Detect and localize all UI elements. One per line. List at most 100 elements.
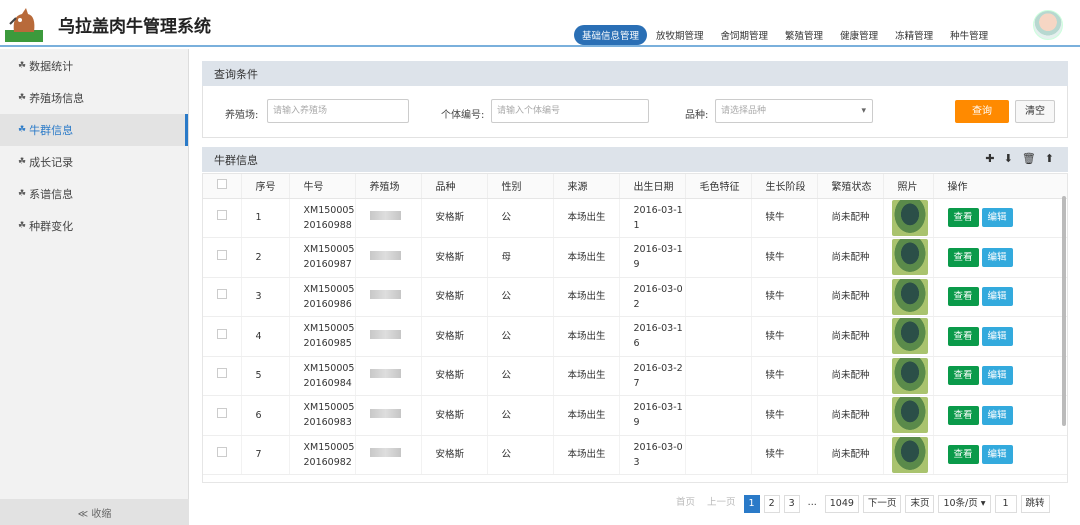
sidebar-item-growth[interactable]: ☘ 成长记录	[0, 146, 188, 178]
cell-farm	[355, 277, 422, 317]
edit-button[interactable]: 编辑	[981, 405, 1013, 425]
id-input[interactable]: 请输入个体编号	[491, 99, 649, 123]
user-avatar[interactable]	[1033, 10, 1063, 40]
cell-coat	[685, 237, 752, 278]
row-checkbox[interactable]	[203, 198, 242, 238]
prev-page-button[interactable]: 上一页	[703, 495, 740, 513]
logo	[4, 4, 44, 44]
table-row: 1 XM150005 20160988 安格斯公本场出生 2016-03-1 1 犊牛 尚未配…	[203, 198, 1067, 238]
cattle-photo[interactable]	[891, 436, 928, 473]
view-button[interactable]: 查看	[947, 287, 979, 307]
paw-icon: ☘	[18, 61, 27, 71]
edit-button[interactable]: 编辑	[981, 287, 1013, 307]
view-button[interactable]: 查看	[947, 326, 979, 346]
cell-cattle-id: XM150005 20160983	[289, 395, 356, 436]
sidebar-item-label: 数据统计	[29, 60, 74, 73]
last-page-button[interactable]: 末页	[905, 495, 935, 513]
edit-button[interactable]: 编辑	[981, 366, 1013, 386]
next-page-button[interactable]: 下一页	[862, 495, 902, 513]
nav-health[interactable]: 健康管理	[832, 25, 886, 45]
nav-frozen-semen[interactable]: 冻精管理	[887, 25, 941, 45]
sidebar-item-farm-info[interactable]: ☘ 养殖场信息	[0, 82, 188, 114]
cattle-photo[interactable]	[891, 199, 928, 236]
view-button[interactable]: 查看	[947, 405, 979, 425]
download-icon[interactable]: ⬇	[1004, 152, 1013, 165]
view-button[interactable]: 查看	[947, 208, 979, 228]
cell-farm	[355, 237, 422, 278]
cell-breed: 安格斯	[421, 237, 488, 278]
nav-grazing[interactable]: 放牧期管理	[648, 25, 712, 45]
cell-no: 1	[241, 198, 290, 238]
sidebar-item-population[interactable]: ☘ 种群变化	[0, 210, 188, 242]
add-icon[interactable]: ✚	[985, 152, 994, 165]
row-checkbox[interactable]	[203, 435, 242, 475]
cell-photo	[883, 395, 934, 436]
breed-select[interactable]: 请选择品种 ▾	[715, 99, 873, 123]
col-header: 品种	[421, 174, 488, 199]
row-checkbox[interactable]	[203, 356, 242, 396]
query-button[interactable]: 查询	[955, 100, 1009, 123]
goto-page-input[interactable]: 1	[994, 495, 1017, 513]
cell-status: 尚未配种	[817, 277, 884, 317]
edit-button[interactable]: 编辑	[981, 247, 1013, 267]
cell-coat	[685, 198, 752, 238]
delete-icon[interactable]: 🗑	[1022, 152, 1036, 165]
view-button[interactable]: 查看	[947, 366, 979, 386]
cattle-photo[interactable]	[891, 318, 928, 355]
edit-button[interactable]: 编辑	[981, 445, 1013, 465]
view-button[interactable]: 查看	[947, 445, 979, 465]
col-header: 序号	[241, 174, 290, 199]
table-header-row: 序号 牛号 养殖场 品种 性别 来源 出生日期 毛色特征 生长阶段 繁殖状态 照…	[203, 174, 1067, 199]
nav-breeding[interactable]: 繁殖管理	[777, 25, 831, 45]
sidebar-item-herd-info[interactable]: ☘ 牛群信息	[0, 114, 188, 146]
goto-button[interactable]: 跳转	[1020, 495, 1050, 513]
clear-button[interactable]: 清空	[1015, 100, 1055, 123]
cell-farm	[355, 356, 422, 396]
nav-feeding[interactable]: 舍饲期管理	[713, 25, 777, 45]
edit-button[interactable]: 编辑	[981, 326, 1013, 346]
nav-breeding-stock[interactable]: 种牛管理	[942, 25, 996, 45]
cell-status: 尚未配种	[817, 237, 884, 278]
first-page-button[interactable]: 首页	[672, 495, 700, 513]
nav-basic-info[interactable]: 基础信息管理	[574, 25, 648, 45]
app-title: 乌拉盖肉牛管理系统	[58, 17, 211, 37]
upload-icon[interactable]: ⬆	[1045, 152, 1054, 165]
page-1-button[interactable]: 1	[743, 495, 760, 513]
row-checkbox[interactable]	[203, 277, 242, 317]
cattle-photo[interactable]	[891, 357, 928, 394]
select-all-checkbox[interactable]	[203, 174, 242, 199]
page-2-button[interactable]: 2	[763, 495, 780, 513]
page-3-button[interactable]: 3	[783, 495, 800, 513]
sidebar-item-statistics[interactable]: ☘ 数据统计	[0, 50, 188, 82]
cell-no: 7	[241, 435, 290, 475]
last-num-page-button[interactable]: 1049	[824, 495, 859, 513]
cell-breed: 安格斯	[421, 316, 488, 357]
edit-button[interactable]: 编辑	[981, 208, 1013, 228]
view-button[interactable]: 查看	[947, 247, 979, 267]
cattle-photo[interactable]	[891, 278, 928, 315]
row-checkbox[interactable]	[203, 316, 242, 357]
cattle-photo[interactable]	[891, 397, 928, 434]
cell-farm	[355, 435, 422, 475]
cattle-photo[interactable]	[891, 239, 928, 276]
cell-photo	[883, 237, 934, 278]
cell-cattle-id: XM150005 20160986	[289, 277, 356, 317]
cell-photo	[883, 277, 934, 317]
row-checkbox[interactable]	[203, 395, 242, 436]
cell-actions: 查看 编辑	[933, 316, 1067, 357]
sidebar: ☘ 数据统计 ☘ 养殖场信息 ☘ 牛群信息 ☘ 成长记录 ☘ 系谱信息 ☘ 种群变化	[0, 49, 189, 525]
cell-cattle-id: XM150005 20160982	[289, 435, 356, 475]
sidebar-item-pedigree[interactable]: ☘ 系谱信息	[0, 178, 188, 210]
app-header: 乌拉盖肉牛管理系统 基础信息管理 放牧期管理 舍饲期管理 繁殖管理 健康管理 冻…	[0, 0, 1080, 47]
cell-photo	[883, 356, 934, 396]
row-checkbox[interactable]	[203, 237, 242, 278]
collapse-button[interactable]: ≪ 收缩	[0, 499, 189, 525]
per-page-select[interactable]: 10条/页 ▾	[938, 495, 991, 513]
cell-photo	[883, 316, 934, 357]
table-scrollbar[interactable]	[1062, 196, 1066, 426]
cell-stage: 犊牛	[751, 198, 818, 238]
redacted-farm	[369, 369, 401, 379]
cell-actions: 查看 编辑	[933, 435, 1067, 475]
cell-sex: 公	[487, 277, 554, 317]
farm-input[interactable]: 请输入养殖场	[267, 99, 409, 123]
